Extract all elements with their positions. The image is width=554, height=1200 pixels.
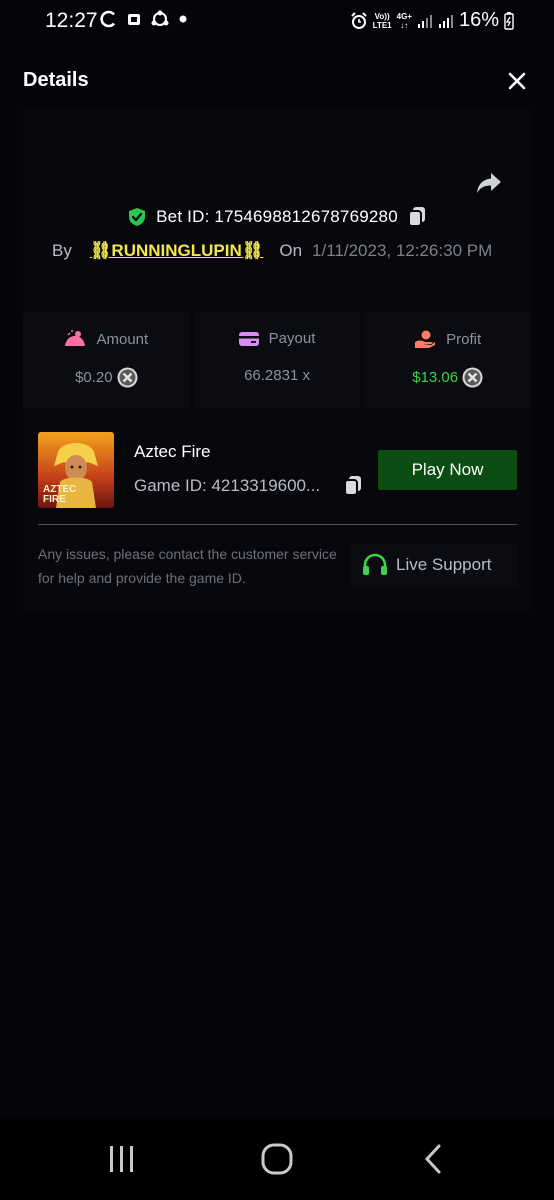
bet-stats: Amount $0.20 Payout 66.2831 x Profit $13… — [23, 313, 532, 408]
live-support-label: Live Support — [396, 555, 492, 574]
shield-check-icon — [129, 208, 146, 226]
back-button[interactable] — [408, 1141, 458, 1177]
game-art: AZTEC FIRE — [38, 432, 114, 508]
signal-icon-1 — [417, 14, 432, 28]
play-now-button[interactable]: Play Now — [378, 450, 517, 490]
by-label: By — [52, 241, 72, 260]
amount-icon — [65, 330, 86, 346]
back-icon — [424, 1144, 441, 1174]
details-header: Details — [0, 52, 554, 108]
profit-value: $13.06 — [412, 369, 459, 386]
close-icon[interactable] — [506, 70, 528, 92]
game-id: Game ID: 4213319600... — [134, 476, 321, 495]
bet-date: 1/11/2023, 12:26:30 PM — [312, 241, 493, 260]
thumb-title-2: FIRE — [43, 494, 66, 505]
home-icon — [261, 1143, 293, 1175]
bet-details-screen: 12:27 Vo)) LTE1 4G+ ↓↑ 16% Details Bet I… — [0, 0, 554, 1200]
game-thumbnail[interactable]: AZTEC FIRE — [38, 432, 114, 508]
network-gen-indicator: 4G+ ↓↑ — [397, 12, 412, 30]
sync-icon — [100, 10, 115, 28]
divider — [38, 524, 517, 525]
payout-label: Payout — [268, 330, 316, 347]
volte-label: Vo)) — [374, 11, 390, 21]
dot-icon — [179, 15, 187, 23]
volte-indicator: Vo)) LTE1 — [373, 12, 392, 30]
profit-label: Profit — [446, 330, 482, 348]
on-label: On — [279, 241, 303, 260]
stat-payout: Payout 66.2831 x — [193, 313, 361, 408]
app-notification-icon — [128, 14, 140, 25]
bet-id-row: Bet ID: 1754698812678769280 — [0, 206, 554, 228]
lte-label: LTE1 — [372, 20, 392, 30]
stat-profit: Profit $13.06 — [364, 313, 532, 408]
home-button[interactable] — [252, 1141, 302, 1177]
live-support-button[interactable]: Live Support — [350, 543, 518, 587]
battery-percent: 16% — [458, 9, 499, 31]
system-nav-bar — [0, 1117, 554, 1200]
amount-label: Amount — [96, 330, 149, 348]
page-title: Details — [23, 69, 89, 91]
share-icon[interactable] — [475, 170, 503, 196]
coin-icon — [462, 367, 483, 388]
card-icon — [238, 331, 259, 346]
system-status-icons: Vo)) LTE1 4G+ ↓↑ 16% — [350, 9, 514, 32]
signal-icon-2 — [438, 14, 453, 28]
status-time: 12:27 — [45, 9, 98, 32]
battery-icon — [504, 11, 514, 30]
coin-icon — [117, 367, 138, 388]
recent-apps-icon — [110, 1146, 133, 1172]
bet-id: Bet ID: 1754698812678769280 — [156, 207, 398, 226]
network-gen-label: 4G+ — [396, 11, 412, 21]
recent-apps-button[interactable] — [97, 1141, 147, 1177]
share-notification-icon — [151, 10, 169, 26]
notification-icons — [100, 10, 187, 28]
status-bar: 12:27 Vo)) LTE1 4G+ ↓↑ 16% — [0, 0, 554, 44]
payout-value: 66.2831 x — [244, 367, 310, 384]
headset-icon — [363, 553, 387, 575]
game-title: Aztec Fire — [134, 442, 211, 461]
hand-coin-icon — [415, 330, 436, 348]
copy-icon[interactable] — [407, 206, 427, 228]
alarm-icon — [350, 11, 367, 29]
copy-icon[interactable] — [343, 475, 363, 497]
amount-value: $0.20 — [75, 369, 113, 386]
data-arrows-icon: ↓↑ — [400, 20, 409, 30]
stat-amount: Amount $0.20 — [23, 313, 190, 408]
bet-meta-row: By ⛓RUNNINGLUPIN⛓ On 1/11/2023, 12:26:30… — [52, 241, 522, 261]
username-link[interactable]: ⛓RUNNINGLUPIN⛓ — [90, 241, 264, 261]
help-text: Any issues, please contact the customer … — [38, 546, 337, 586]
